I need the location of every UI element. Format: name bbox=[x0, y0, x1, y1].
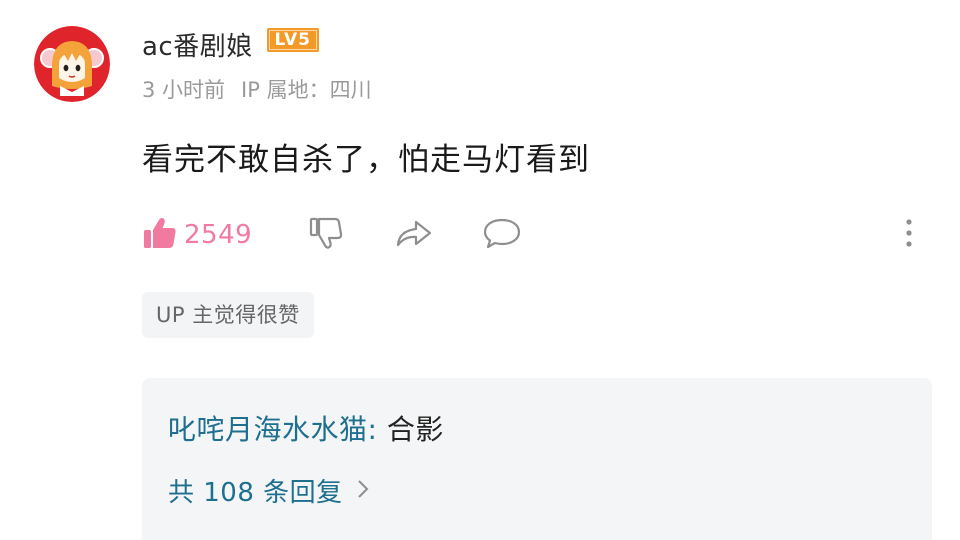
comment-bubble-icon bbox=[482, 215, 522, 255]
up-liked-tag: UP 主觉得很赞 bbox=[142, 292, 314, 338]
thumbs-up-icon bbox=[142, 215, 178, 255]
avatar-image bbox=[34, 26, 110, 102]
more-options-button[interactable] bbox=[894, 212, 924, 258]
reply-separator: : bbox=[367, 413, 387, 446]
reply-text: 合影 bbox=[386, 413, 444, 446]
reply-author[interactable]: 叱咤月海水水猫 bbox=[168, 413, 368, 446]
chevron-right-icon bbox=[357, 476, 369, 506]
avatar[interactable] bbox=[34, 26, 110, 102]
like-count: 2549 bbox=[184, 220, 253, 250]
more-vertical-icon bbox=[904, 216, 914, 254]
view-all-replies-link[interactable]: 共 108 条回复 bbox=[168, 472, 369, 509]
comment-page: ac番剧娘 LV5 3 小时前 IP 属地：四川 看完不敢自杀了，怕走马灯看到 … bbox=[0, 0, 960, 540]
action-bar: 2549 bbox=[142, 212, 932, 258]
reply-count-label: 共 108 条回复 bbox=[168, 478, 343, 508]
reply-preview-line: 叱咤月海水水猫: 合影 bbox=[168, 408, 444, 448]
replies-preview[interactable]: 叱咤月海水水猫: 合影 共 108 条回复 bbox=[142, 378, 932, 540]
like-button[interactable]: 2549 bbox=[142, 212, 252, 258]
share-icon bbox=[394, 215, 434, 255]
ip-location: IP 属地：四川 bbox=[241, 78, 372, 102]
level-badge: LV5 bbox=[266, 28, 319, 52]
comment-text: 看完不敢自杀了，怕走马灯看到 bbox=[142, 142, 590, 178]
username[interactable]: ac番剧娘 bbox=[142, 26, 253, 63]
share-button[interactable] bbox=[394, 212, 434, 258]
thumbs-down-icon bbox=[308, 215, 344, 255]
comment-time: 3 小时前 bbox=[142, 78, 226, 102]
username-row: ac番剧娘 LV5 bbox=[142, 22, 319, 66]
comment-meta: 3 小时前 IP 属地：四川 bbox=[142, 74, 372, 104]
reply-button[interactable] bbox=[482, 212, 522, 258]
dislike-button[interactable] bbox=[308, 212, 344, 258]
